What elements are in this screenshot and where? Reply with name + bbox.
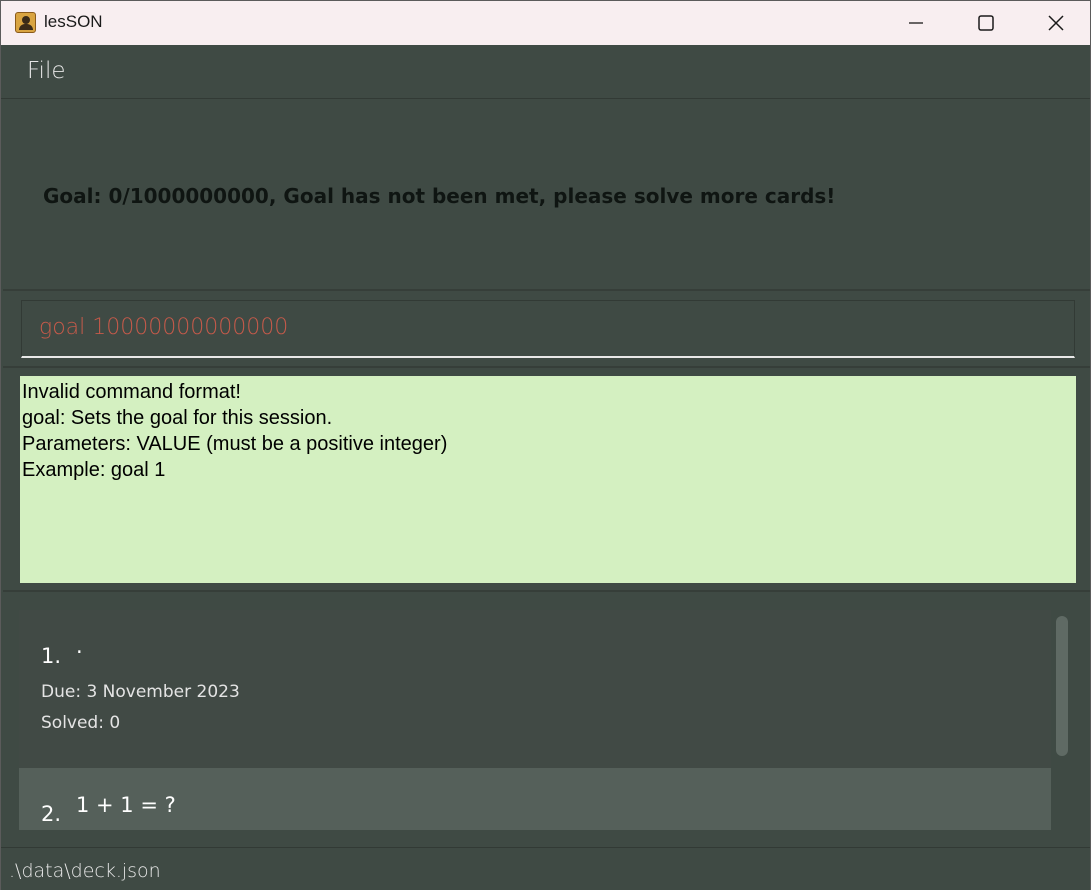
goal-status-text: Goal: 0/1000000000, Goal has not been me…	[43, 184, 836, 208]
command-box-container: goal 10000000000000	[3, 292, 1090, 368]
card-list[interactable]: 1. · Due: 3 November 2023 Solved: 0 2. 1…	[19, 610, 1051, 830]
minimize-button[interactable]	[881, 1, 951, 45]
command-input-text[interactable]: goal 10000000000000	[39, 315, 288, 340]
minimize-icon	[909, 22, 923, 24]
card-due-date: Due: 3 November 2023	[41, 682, 240, 702]
address-book-icon	[15, 12, 36, 33]
menu-file[interactable]: File	[27, 58, 66, 84]
result-line: Example: goal 1	[22, 459, 166, 481]
result-display[interactable]: Invalid command format! goal: Sets the g…	[20, 376, 1076, 583]
card-index: 1.	[41, 644, 62, 668]
status-bar: .\data\deck.json	[1, 847, 1090, 890]
save-file-path: .\data\deck.json	[9, 860, 161, 882]
card-item[interactable]: 1. · Due: 3 November 2023 Solved: 0	[19, 610, 1051, 768]
result-display-container: Invalid command format! goal: Sets the g…	[3, 370, 1090, 592]
menu-bar: File	[1, 45, 1090, 99]
app-window: lesSON File Goal: 0/1000000000, Goal has…	[0, 0, 1091, 890]
title-bar[interactable]: lesSON	[1, 1, 1090, 45]
card-question: 1 + 1 = ?	[76, 793, 176, 817]
card-solved-count: Solved: 0	[41, 713, 121, 733]
card-list-panel: 1. · Due: 3 November 2023 Solved: 0 2. 1…	[3, 594, 1090, 846]
close-button[interactable]	[1021, 1, 1091, 45]
maximize-icon	[978, 15, 994, 31]
scrollbar-thumb[interactable]	[1056, 616, 1068, 756]
card-list-scrollbar[interactable]	[1053, 612, 1071, 830]
result-line: Invalid command format!	[22, 381, 241, 403]
command-input[interactable]: goal 10000000000000	[21, 300, 1075, 358]
result-line: goal: Sets the goal for this session.	[22, 407, 333, 429]
close-icon	[1048, 15, 1064, 31]
card-question: ·	[76, 640, 83, 664]
result-line: Parameters: VALUE (must be a positive in…	[22, 433, 448, 455]
maximize-button[interactable]	[951, 1, 1021, 45]
card-index: 2.	[41, 802, 62, 826]
window-title: lesSON	[44, 12, 103, 31]
goal-panel: Goal: 0/1000000000, Goal has not been me…	[3, 101, 1090, 291]
card-item[interactable]: 2. 1 + 1 = ?	[19, 768, 1051, 830]
